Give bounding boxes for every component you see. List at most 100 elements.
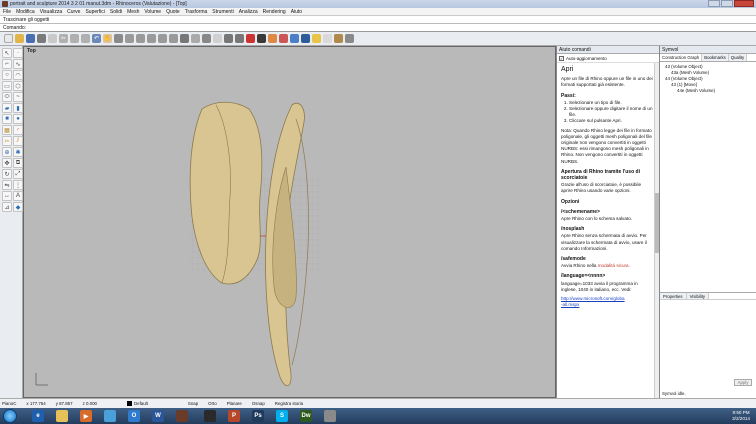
- polyline-icon[interactable]: ⌐: [2, 59, 12, 69]
- chrome-icon[interactable]: [104, 410, 116, 422]
- menu-trasforma[interactable]: Trasforma: [185, 8, 208, 15]
- help-icon[interactable]: [345, 34, 354, 43]
- mirror-icon[interactable]: ⇋: [2, 180, 12, 190]
- surface-icon[interactable]: ▰: [2, 103, 12, 113]
- text-icon[interactable]: A: [13, 191, 23, 201]
- maximize-button[interactable]: [721, 0, 733, 7]
- zoom-window-icon[interactable]: [136, 34, 145, 43]
- trim-icon[interactable]: ✂: [2, 136, 12, 146]
- menu-analizza[interactable]: Analizza: [239, 8, 258, 15]
- layer-icon[interactable]: [246, 34, 255, 43]
- dreamweaver-icon[interactable]: Dw: [300, 410, 312, 422]
- undo-view-icon[interactable]: [169, 34, 178, 43]
- close-button[interactable]: [734, 0, 754, 7]
- select-icon[interactable]: [213, 34, 222, 43]
- app-icon[interactable]: [324, 410, 336, 422]
- cut-icon[interactable]: ✂: [59, 34, 68, 43]
- pan-hand-icon[interactable]: ✋: [103, 34, 112, 43]
- menu-rendering[interactable]: Rendering: [263, 8, 286, 15]
- autoupdate-checkbox[interactable]: ✓: [559, 55, 564, 61]
- print-icon[interactable]: [37, 34, 46, 43]
- save-icon[interactable]: [26, 34, 35, 43]
- menu-volume[interactable]: Volume: [144, 8, 161, 15]
- paste-icon[interactable]: [81, 34, 90, 43]
- rectangle-icon[interactable]: ▭: [2, 81, 12, 91]
- rotate-icon[interactable]: ↻: [2, 169, 12, 179]
- menu-modifica[interactable]: Modifica: [16, 8, 35, 15]
- menu-aiuto[interactable]: Aiuto: [291, 8, 302, 15]
- explode-icon[interactable]: ✱: [13, 147, 23, 157]
- lock-icon[interactable]: [235, 34, 244, 43]
- undo-icon[interactable]: ↶: [92, 34, 101, 43]
- rhino-taskbar-icon[interactable]: [176, 410, 188, 422]
- zoom-icon[interactable]: [125, 34, 134, 43]
- tab-quality[interactable]: Quality: [728, 54, 748, 61]
- microsoft-link[interactable]: http://www.microsoft.com/globa -all.mspx: [561, 296, 653, 308]
- sphere-render-icon[interactable]: [290, 34, 299, 43]
- viewport-label[interactable]: Top: [27, 48, 36, 54]
- history-toggle[interactable]: Registra storia: [275, 401, 303, 406]
- four-views-icon[interactable]: [180, 34, 189, 43]
- system-clock[interactable]: 9:50 PM 3/2/2014: [732, 410, 750, 422]
- menu-mesh[interactable]: Mesh: [127, 8, 139, 15]
- rotate-view-icon[interactable]: [114, 34, 123, 43]
- ortho-toggle[interactable]: Orto: [208, 401, 217, 406]
- render-tool-icon[interactable]: ◆: [13, 202, 23, 212]
- osnap-toggle[interactable]: Osnap: [252, 401, 265, 406]
- cplane-icon[interactable]: [191, 34, 200, 43]
- dimension-icon[interactable]: ↔: [2, 191, 12, 201]
- menu-superfici[interactable]: Superfici: [85, 8, 104, 15]
- copy-transform-icon[interactable]: ⧉: [13, 158, 23, 168]
- tab-bookmarks[interactable]: Bookmarks: [702, 54, 729, 61]
- zoom-selected-icon[interactable]: [158, 34, 167, 43]
- word-icon[interactable]: W: [152, 410, 164, 422]
- hide-icon[interactable]: [224, 34, 233, 43]
- tab-properties[interactable]: Properties: [660, 293, 687, 299]
- ellipse-icon[interactable]: ⬭: [2, 92, 12, 102]
- minimize-button[interactable]: [708, 0, 720, 7]
- skype-icon[interactable]: S: [276, 410, 288, 422]
- scale-icon[interactable]: ⤢: [13, 169, 23, 179]
- copy-icon[interactable]: [70, 34, 79, 43]
- photoshop-icon[interactable]: Ps: [252, 410, 264, 422]
- box-icon[interactable]: ■: [2, 114, 12, 124]
- sphere-icon[interactable]: ●: [13, 114, 23, 124]
- move-icon[interactable]: ✥: [2, 158, 12, 168]
- command-input[interactable]: Comando:: [0, 24, 756, 32]
- analyze-icon[interactable]: ⊿: [2, 202, 12, 212]
- explorer-icon[interactable]: [56, 410, 68, 422]
- zoom-extents-icon[interactable]: [147, 34, 156, 43]
- tree-item[interactable]: 44e (Mesh Volume): [663, 88, 753, 94]
- tab-construction-graph[interactable]: Construction Graph: [660, 54, 703, 61]
- menu-visualizza[interactable]: Visualizza: [40, 8, 62, 15]
- join-icon[interactable]: ⊕: [2, 147, 12, 157]
- menu-solidi[interactable]: Solidi: [110, 8, 122, 15]
- environment-icon[interactable]: [301, 34, 310, 43]
- fillet-icon[interactable]: ◜: [13, 125, 23, 135]
- arc-icon[interactable]: ◠: [13, 70, 23, 80]
- open-folder-icon[interactable]: [15, 34, 24, 43]
- light-icon[interactable]: [312, 34, 321, 43]
- menu-quote[interactable]: Quote: [166, 8, 180, 15]
- outlook-icon[interactable]: O: [128, 410, 140, 422]
- point-icon[interactable]: ·: [13, 48, 23, 58]
- circle-icon[interactable]: ○: [2, 70, 12, 80]
- grid-icon[interactable]: [202, 34, 211, 43]
- mesh-icon[interactable]: ▦: [2, 125, 12, 135]
- freeform-icon[interactable]: ~: [13, 92, 23, 102]
- shade-icon[interactable]: [257, 34, 266, 43]
- curve-icon[interactable]: ∿: [13, 59, 23, 69]
- split-icon[interactable]: ⫽: [13, 136, 23, 146]
- render-icon[interactable]: [268, 34, 277, 43]
- options-icon[interactable]: [323, 34, 332, 43]
- console-icon[interactable]: [204, 410, 216, 422]
- media-player-icon[interactable]: ▶: [80, 410, 92, 422]
- current-layer[interactable]: Default: [134, 401, 148, 406]
- planar-toggle[interactable]: Planare: [227, 401, 242, 406]
- layer-swatch[interactable]: [126, 401, 132, 406]
- safemode-link[interactable]: modalità sicura.: [598, 263, 630, 268]
- polygon-icon[interactable]: ⬡: [13, 81, 23, 91]
- properties-icon[interactable]: [48, 34, 57, 43]
- array-icon[interactable]: ⋮: [13, 180, 23, 190]
- menu-strumenti[interactable]: Strumenti: [212, 8, 233, 15]
